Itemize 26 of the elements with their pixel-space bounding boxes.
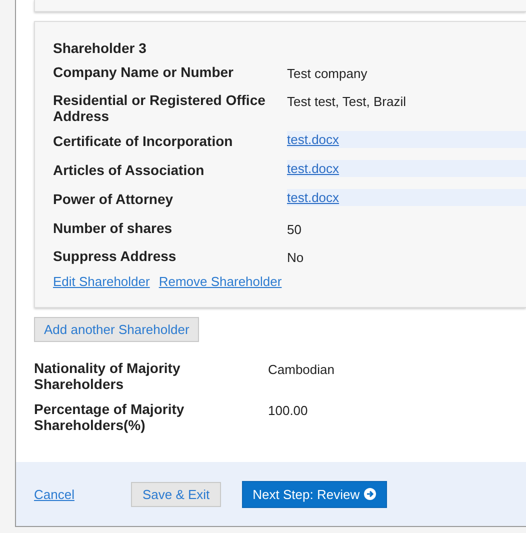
field-label: Company Name or Number (53, 63, 234, 80)
file-link[interactable]: test.docx (287, 161, 340, 176)
save-exit-button[interactable]: Save & Exit (131, 482, 221, 506)
arrow-circle-icon (364, 488, 376, 500)
summary-label: Nationality of Majority Shareholders (34, 359, 182, 392)
field-label: Suppress Address (53, 247, 178, 264)
next-step-button[interactable]: Next Step: Review (242, 480, 387, 508)
field-label: Number of shares (53, 219, 174, 236)
field-label: Certificate of Incorporation (53, 132, 234, 149)
field-label: Residential or Registered Office Address (53, 91, 266, 124)
field-value: Test test, Test, Brazil (287, 93, 407, 111)
field-value: No (287, 249, 305, 267)
file-link[interactable]: test.docx (287, 190, 340, 205)
summary-label: Percentage of Majority Shareholders(%) (34, 400, 186, 433)
remove-link[interactable]: Remove Shareholder (158, 274, 282, 289)
summary-value: Cambodian (268, 361, 336, 379)
shareholder-title: Shareholder 3 (53, 40, 148, 56)
edit-link[interactable]: Edit Shareholder (53, 274, 150, 289)
field-value: Test company (287, 65, 368, 83)
summary-value: 100.00 (268, 402, 309, 420)
field-label: Power of Attorney (53, 190, 174, 207)
add-shareholder-button[interactable]: Add another Shareholder (34, 317, 200, 342)
cancel-link[interactable]: Cancel (34, 486, 74, 502)
file-link[interactable]: test.docx (287, 132, 340, 147)
field-value: 50 (287, 221, 302, 239)
field-label: Articles of Association (53, 161, 206, 178)
